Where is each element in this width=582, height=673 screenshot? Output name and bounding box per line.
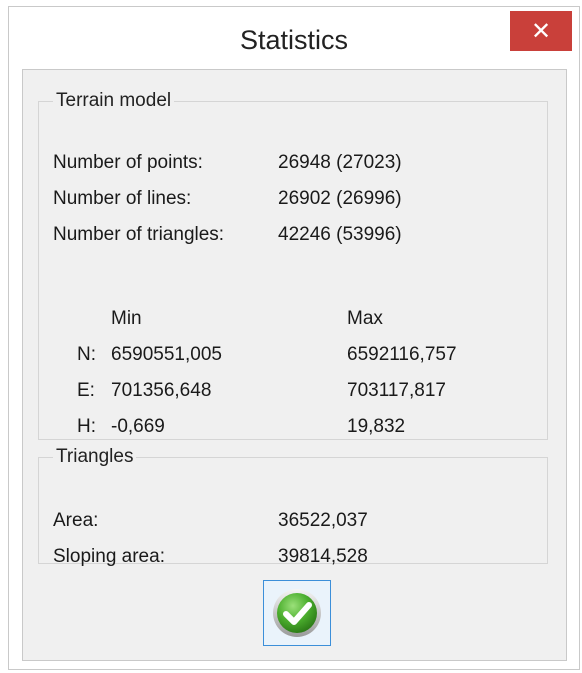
- min-header: Min: [111, 308, 142, 329]
- points-label: Number of points:: [53, 152, 203, 173]
- n-max-value: 6592116,757: [347, 344, 457, 365]
- sloping-area-label: Sloping area:: [53, 546, 165, 567]
- close-button[interactable]: ✕: [510, 11, 572, 51]
- e-min-value: 701356,648: [111, 380, 212, 401]
- title-bar: Statistics ✕: [9, 7, 579, 67]
- statistics-dialog: Statistics ✕ Terrain model Number of poi…: [8, 6, 580, 670]
- n-min-value: 6590551,005: [111, 344, 222, 365]
- terrain-model-group: Terrain model Number of points: 26948 (2…: [38, 90, 548, 440]
- close-icon: ✕: [530, 17, 552, 45]
- window-title: Statistics: [239, 25, 349, 55]
- points-value: 26948 (27023): [278, 152, 402, 173]
- n-axis-label: N:: [77, 344, 96, 365]
- ok-button[interactable]: [263, 580, 331, 646]
- checkmark-icon: [273, 589, 321, 637]
- h-min-value: -0,669: [111, 416, 165, 437]
- area-label: Area:: [53, 510, 99, 531]
- h-axis-label: H:: [77, 416, 96, 437]
- e-axis-label: E:: [77, 380, 95, 401]
- area-value: 36522,037: [278, 510, 368, 531]
- triangles-legend: Triangles: [56, 446, 134, 467]
- lines-value: 26902 (26996): [278, 188, 402, 209]
- lines-label: Number of lines:: [53, 188, 192, 209]
- triangles-count-value: 42246 (53996): [278, 224, 402, 245]
- e-max-value: 703117,817: [347, 380, 446, 401]
- triangles-count-label: Number of triangles:: [53, 224, 225, 245]
- h-max-value: 19,832: [347, 416, 406, 437]
- sloping-area-value: 39814,528: [278, 546, 368, 567]
- triangles-group: Triangles Area: 36522,037 Sloping area: …: [38, 446, 548, 567]
- terrain-model-legend: Terrain model: [56, 90, 172, 111]
- max-header: Max: [347, 308, 383, 329]
- dialog-body: Terrain model Number of points: 26948 (2…: [22, 69, 567, 661]
